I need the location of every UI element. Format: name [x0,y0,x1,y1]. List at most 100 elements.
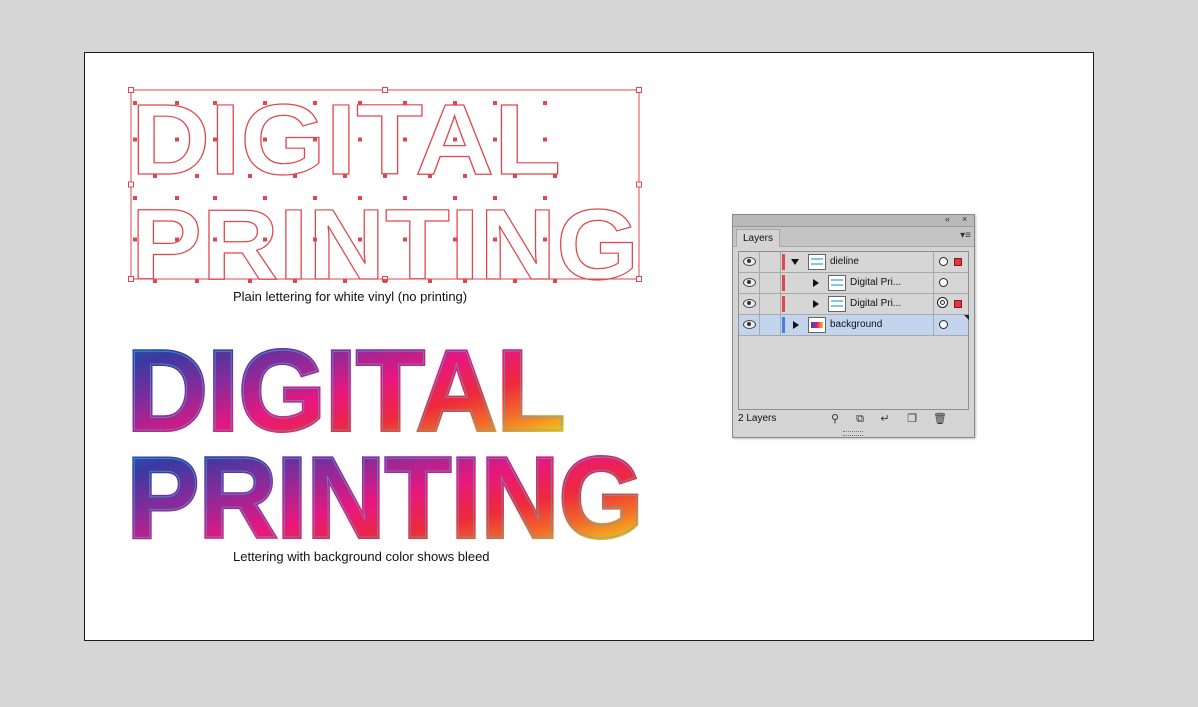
anchor-point [383,279,387,283]
sublayer-thumbnail [828,275,846,291]
create-sublayer-icon[interactable]: ↵ [879,413,891,425]
gradient-text-line2-inner: PRINTING [127,435,643,562]
anchor-point [133,137,137,142]
anchor-point [543,237,547,242]
anchor-point [313,101,317,105]
layer-thumbnail [808,254,826,270]
anchor-point [513,279,517,283]
delete-selection-icon[interactable]: 🗑 [933,413,947,425]
lock-toggle[interactable] [760,273,781,293]
anchor-point [175,137,179,142]
anchor-point [463,279,467,283]
anchor-point [343,279,347,283]
panel-menu-icon[interactable]: ▾≡ [960,230,971,242]
sublayer-name[interactable]: Digital Pri... [850,276,901,290]
anchor-point [175,237,179,242]
tab-layers[interactable]: Layers [736,229,781,247]
anchor-point [293,174,297,178]
lock-toggle[interactable] [760,252,781,272]
anchor-point [553,279,557,283]
anchor-point [213,137,217,142]
anchor-point [453,196,457,200]
anchor-point [493,196,497,200]
visibility-toggle[interactable] [739,315,760,335]
layer-row-digital-printing-2[interactable]: Digital Pri... [739,294,968,315]
anchor-point [343,174,347,178]
anchor-point [543,137,547,142]
targeted-circle-icon[interactable] [937,297,948,308]
anchor-point [543,101,547,105]
close-icon[interactable]: × [962,214,967,225]
panel-tab-strip: Layers ▾≡ [733,227,974,247]
eye-icon [743,257,756,266]
lock-toggle[interactable] [760,315,781,335]
layers-panel[interactable]: « × Layers ▾≡ dieline Digital Pri... Dig… [732,214,975,438]
target-circle-icon[interactable] [939,278,948,287]
anchor-point [133,237,137,242]
create-new-layer-icon[interactable]: ❐ [906,413,918,425]
anchor-point [403,101,407,105]
anchor-point [403,137,407,142]
panel-title-bar[interactable]: « × [733,214,974,227]
sublayer-name[interactable]: Digital Pri... [850,297,901,311]
selection-handle[interactable] [636,276,642,282]
visibility-toggle[interactable] [739,273,760,293]
target-cell[interactable] [933,294,969,314]
selection-handle[interactable] [128,87,134,93]
layer-thumbnail [808,317,826,333]
dieline-lettering[interactable]: DIGITAL PRINTING [128,83,642,302]
layer-color-bar [782,254,785,270]
selection-handle[interactable] [128,181,134,188]
anchor-point [358,101,362,105]
layer-count: 2 Layers [738,413,777,424]
resize-grip[interactable] [843,431,863,436]
target-circle-icon[interactable] [939,257,948,266]
target-circle-icon[interactable] [939,320,948,329]
gradient-lettering[interactable]: DIGITAL DIGITAL PRINTING PRINTING [125,326,645,564]
eye-icon [743,278,756,287]
double-chevron-left-icon[interactable]: « [945,214,950,225]
layer-row-dieline[interactable]: dieline [739,252,968,273]
anchor-point [493,237,497,242]
target-cell[interactable] [933,273,969,293]
anchor-point [195,279,199,283]
disclosure-triangle-open-icon[interactable] [791,259,799,265]
selection-indicator-icon[interactable] [954,258,962,266]
layer-name[interactable]: background [830,318,882,332]
layer-row-background[interactable]: background [739,315,969,336]
eye-icon [743,320,756,329]
visibility-toggle[interactable] [739,252,760,272]
selection-handle[interactable] [636,181,642,188]
dieline-text-line2[interactable]: PRINTING [130,188,639,301]
target-cell[interactable] [933,315,969,335]
anchor-point [263,196,267,200]
eye-icon [743,299,756,308]
anchor-point [313,237,317,242]
make-clipping-mask-icon[interactable]: ⧉ [854,413,866,425]
anchor-point [428,174,432,178]
layer-color-bar [782,275,785,291]
anchor-point [293,279,297,283]
layer-row-digital-printing-1[interactable]: Digital Pri... [739,273,968,294]
selection-handle[interactable] [128,276,134,282]
anchor-point [383,174,387,178]
disclosure-triangle-closed-icon[interactable] [813,300,819,308]
anchor-point [213,101,217,105]
layers-list[interactable]: dieline Digital Pri... Digital Pri... ba… [738,251,969,410]
anchor-point [403,196,407,200]
lock-toggle[interactable] [760,294,781,314]
disclosure-triangle-closed-icon[interactable] [793,321,799,329]
anchor-point [453,137,457,142]
anchor-point [313,137,317,142]
disclosure-triangle-closed-icon[interactable] [813,279,819,287]
anchor-point [133,101,137,105]
locate-object-icon[interactable]: ⚲ [829,413,841,425]
selection-handle[interactable] [382,87,388,93]
target-cell[interactable] [933,252,969,272]
selection-handle[interactable] [636,87,642,93]
visibility-toggle[interactable] [739,294,760,314]
selection-indicator-icon[interactable] [954,300,962,308]
anchor-point [133,196,137,200]
anchor-point [428,279,432,283]
layer-name[interactable]: dieline [830,255,859,269]
